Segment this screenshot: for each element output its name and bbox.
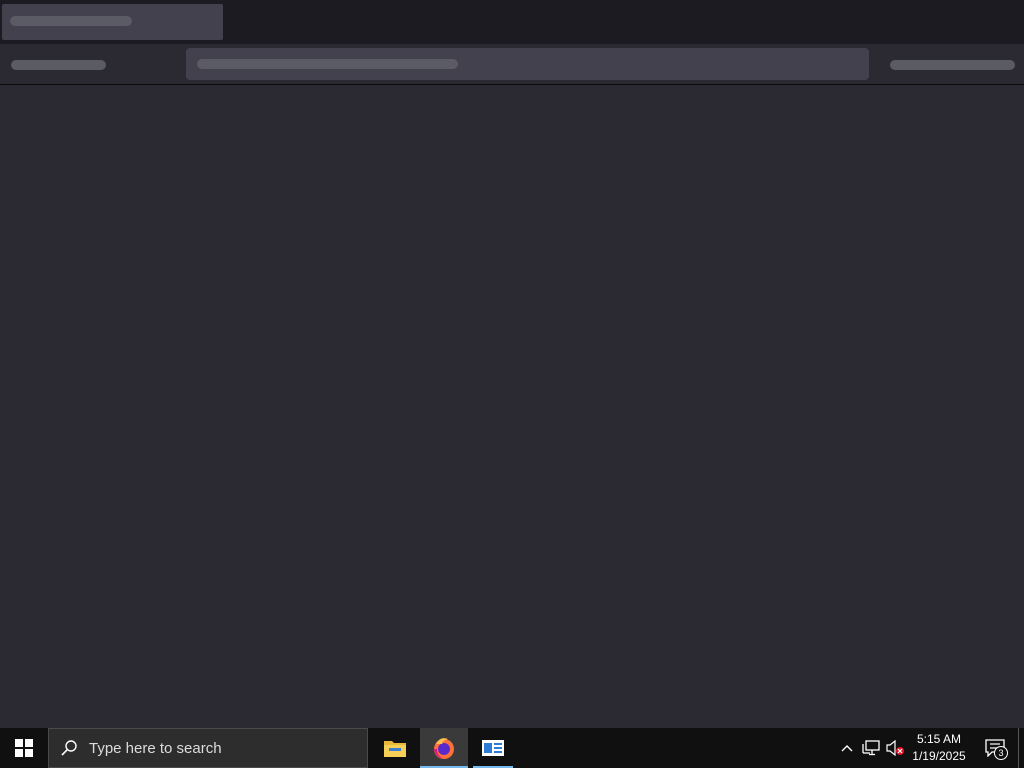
notification-count-badge: 3 [994, 746, 1008, 760]
tray-overflow-button[interactable] [836, 728, 858, 768]
chevron-up-icon [841, 745, 853, 752]
start-button[interactable] [0, 728, 48, 768]
tab-title-placeholder [10, 16, 132, 26]
window-icon [482, 740, 504, 756]
volume-muted-icon [886, 740, 904, 756]
toolbar-actions-placeholder [890, 60, 1015, 70]
taskbar-search-box[interactable]: Type here to search [48, 728, 368, 768]
firefox-icon [434, 738, 454, 759]
clock-date: 1/19/2025 [912, 749, 966, 763]
address-bar[interactable] [186, 48, 869, 80]
folder-icon [384, 741, 406, 757]
taskbar-firefox[interactable] [420, 728, 468, 768]
browser-tab[interactable] [2, 4, 223, 40]
taskbar-clock[interactable]: 5:15 AM 1/19/2025 [906, 728, 972, 768]
address-text-placeholder [197, 59, 458, 69]
tray-volume[interactable] [884, 728, 906, 768]
search-placeholder: Type here to search [89, 739, 222, 757]
taskbar-window-app[interactable] [473, 728, 513, 768]
windows-logo-icon [15, 739, 33, 757]
action-center-button[interactable]: 3 [978, 728, 1012, 768]
network-icon [862, 740, 880, 756]
page-content [0, 85, 1024, 728]
browser-toolbar [0, 44, 1024, 85]
clock-time: 5:15 AM [916, 732, 962, 746]
nav-buttons-placeholder [11, 60, 106, 70]
search-icon [49, 729, 89, 767]
taskbar-file-explorer[interactable] [371, 728, 419, 768]
browser-tab-strip [0, 0, 1024, 44]
tray-network[interactable] [860, 728, 882, 768]
show-desktop-button[interactable] [1018, 728, 1024, 768]
taskbar: Type here to search 5:15 AM 1/19/2025 3 [0, 728, 1024, 768]
